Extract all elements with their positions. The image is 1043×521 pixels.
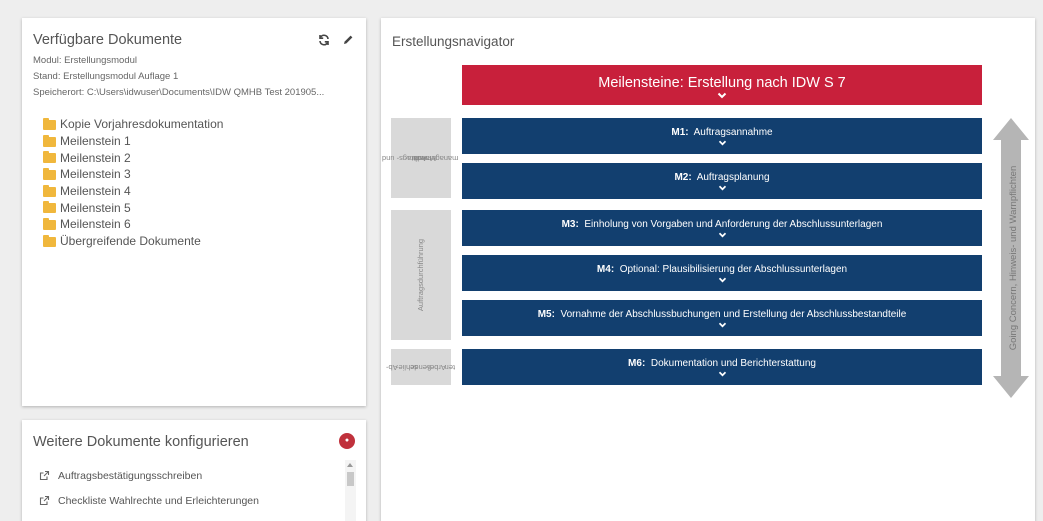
milestone-label: Auftragsannahme [693, 127, 773, 138]
milestone-code: M4: [596, 264, 615, 275]
phase-label-closing-work: Ab-schlie-ßende Arbei-ten [386, 349, 455, 385]
module-info: Modul: Erstellungsmodul [33, 55, 138, 66]
chevron-down-icon [718, 322, 726, 328]
list-scrollbar[interactable] [345, 460, 356, 521]
folder-item[interactable]: Übergreifende Dokumente [43, 233, 356, 250]
folder-item[interactable]: Meilenstein 2 [43, 149, 356, 166]
configure-list: Auftragsbestätigungsschreiben Checkliste… [39, 463, 356, 513]
chevron-down-icon [718, 140, 726, 146]
going-concern-label: Going Concern, Hinweis- und Warnpflichte… [1008, 165, 1019, 351]
scroll-thumb[interactable] [347, 472, 354, 486]
chevron-down-icon [718, 185, 726, 191]
phase-label-execution: Auftragsdurchführung [391, 210, 451, 340]
chevron-down-icon [717, 92, 727, 99]
milestone-m3[interactable]: M3: Einholung von Vorgaben und Anforderu… [462, 210, 982, 246]
configure-documents-panel: Weitere Dokumente konfigurieren ● Auftra… [22, 420, 366, 521]
folder-label: Meilenstein 2 [60, 150, 131, 165]
folder-icon [43, 167, 56, 180]
folder-label: Übergreifende Dokumente [60, 234, 201, 249]
panel-actions [318, 34, 354, 46]
folder-item[interactable]: Meilenstein 4 [43, 183, 356, 200]
milestone-code: M5: [537, 309, 555, 320]
milestone-code: M1: [671, 127, 689, 138]
milestone-m1[interactable]: M1: Auftragsannahme [462, 118, 982, 154]
configure-list-item[interactable]: Auftragsbestätigungsschreiben [39, 463, 356, 488]
milestone-label: Optional: Plausibilisierung der Abschlus… [619, 264, 848, 275]
folder-item[interactable]: Meilenstein 3 [43, 166, 356, 183]
configure-item-label: Checkliste Wahlrechte und Erleichterunge… [58, 494, 259, 507]
going-concern-arrow: Going Concern, Hinweis- und Warnpflichte… [991, 118, 1031, 398]
external-link-icon [39, 495, 50, 506]
folder-label: Meilenstein 4 [60, 184, 131, 199]
chevron-down-icon [718, 371, 726, 377]
available-documents-panel: Verfügbare Dokumente Modul: Erstellungsm… [22, 18, 366, 406]
creation-navigator-panel: Erstellungsnavigator Meilensteine: Erste… [381, 18, 1035, 521]
badge-icon[interactable]: ● [339, 433, 355, 449]
folder-label: Meilenstein 6 [60, 217, 131, 232]
folder-item[interactable]: Meilenstein 1 [43, 133, 356, 150]
phase-label-mandate-management: Auftrags- und Mandats-management [382, 118, 459, 198]
configure-list-item[interactable]: Checkliste Wahlrechte und Erleichterunge… [39, 488, 356, 513]
document-tree: Kopie Vorjahresdokumentation Meilenstein… [43, 116, 356, 250]
folder-icon [43, 151, 56, 164]
configure-documents-title: Weitere Dokumente konfigurieren [33, 434, 249, 450]
milestone-m6[interactable]: M6: Dokumentation und Berichterstattung [462, 349, 982, 385]
folder-item[interactable]: Meilenstein 6 [43, 216, 356, 233]
milestone-code: M2: [674, 172, 692, 183]
milestone-label: Auftragsplanung [696, 172, 770, 183]
folder-icon [43, 201, 56, 214]
chevron-down-icon [718, 232, 726, 238]
milestone-m2[interactable]: M2: Auftragsplanung [462, 163, 982, 199]
folder-label: Meilenstein 1 [60, 134, 131, 149]
folder-icon [43, 234, 56, 247]
folder-icon [43, 184, 56, 197]
milestone-m5[interactable]: M5: Vornahme der Abschlussbuchungen und … [462, 300, 982, 336]
refresh-icon[interactable] [318, 34, 330, 46]
milestone-label: Dokumentation und Berichterstattung [650, 358, 816, 369]
scroll-up-arrow-icon[interactable] [347, 463, 353, 467]
edit-pencil-icon[interactable] [342, 34, 354, 46]
milestones-banner-label: Meilensteine: Erstellung nach IDW S 7 [598, 75, 846, 91]
configure-item-label: Auftragsbestätigungsschreiben [58, 469, 203, 482]
folder-item[interactable]: Meilenstein 5 [43, 199, 356, 216]
milestone-code: M6: [628, 358, 646, 369]
chevron-down-icon [718, 277, 726, 283]
folder-icon [43, 134, 56, 147]
version-info: Stand: Erstellungsmodul Auflage 1 [33, 71, 179, 82]
folder-icon [43, 217, 56, 230]
milestone-m4[interactable]: M4: Optional: Plausibilisierung der Absc… [462, 255, 982, 291]
external-link-icon [39, 470, 50, 481]
milestone-label: Einholung von Vorgaben und Anforderung d… [584, 219, 883, 230]
milestone-code: M3: [561, 219, 579, 230]
milestone-label: Vornahme der Abschlussbuchungen und Erst… [560, 309, 907, 320]
milestones-banner[interactable]: Meilensteine: Erstellung nach IDW S 7 [462, 65, 982, 105]
storage-path: Speicherort: C:\Users\idwuser\Documents\… [33, 87, 325, 98]
folder-label: Meilenstein 3 [60, 167, 131, 182]
folder-label: Meilenstein 5 [60, 200, 131, 215]
folder-item[interactable]: Kopie Vorjahresdokumentation [43, 116, 356, 133]
folder-label: Kopie Vorjahresdokumentation [60, 117, 224, 132]
available-documents-title: Verfügbare Dokumente [33, 32, 183, 48]
folder-icon [43, 117, 56, 130]
navigator-title: Erstellungsnavigator [392, 34, 515, 49]
